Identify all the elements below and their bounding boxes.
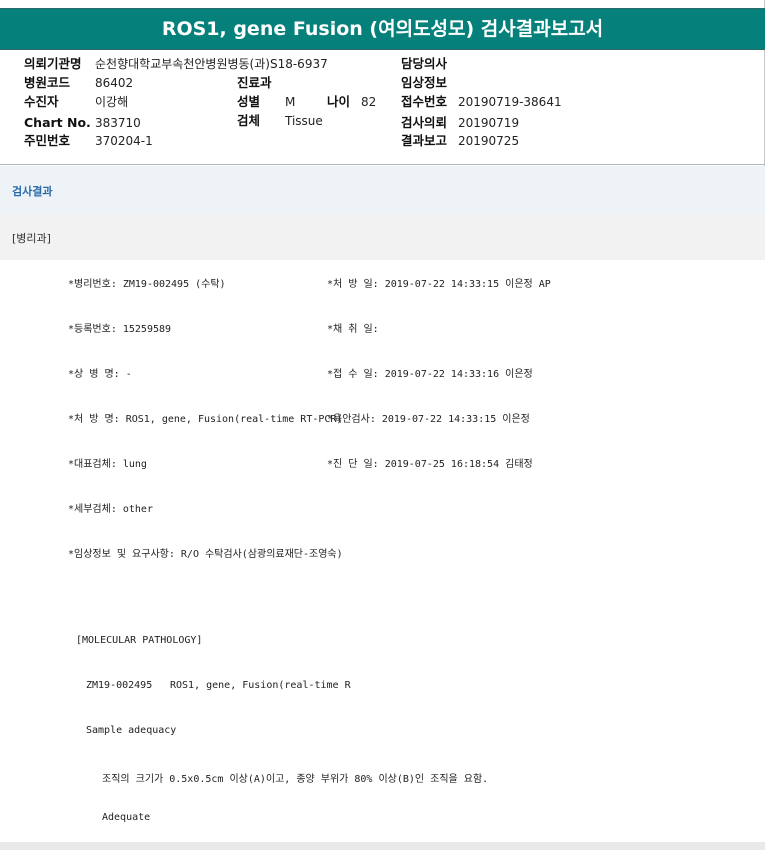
doctor-label: 담당의사 <box>401 56 448 71</box>
request-label: 검사의뢰 <box>401 115 448 130</box>
specimen-value: Tissue <box>285 114 323 128</box>
result-row: *병리번호: ZM19-002495 (수탁) *처 방 일: 2019-07-… <box>0 260 765 306</box>
results-section-title: 검사결과 <box>12 185 53 198</box>
result-right: *진 단 일: 2019-07-25 16:18:54 김태정 <box>327 459 533 470</box>
result-row <box>0 575 765 621</box>
result-left: *임상정보 및 요구사항: R/O 수탁검사(삼광의료재단-조영숙) <box>68 549 343 560</box>
adequacy-result-row: Adequate <box>0 797 765 842</box>
report-date-label: 결과보고 <box>401 133 448 148</box>
pathology-subsection-header: [병리과] <box>0 214 765 261</box>
clinical-info-label: 임상정보 <box>401 75 448 90</box>
adequacy-title: Sample adequacy <box>86 725 177 736</box>
adequacy-criteria-row: 조직의 크기가 0.5x0.5cm 이상(A)이고, 종양 부위가 80% 이상… <box>0 755 765 801</box>
id-label: 주민번호 <box>24 133 71 148</box>
age-label: 나이 <box>327 94 351 109</box>
id-value: 370204-1 <box>95 134 153 148</box>
bottom-strip <box>0 842 765 850</box>
result-row: *처 방 명: ROS1, gene, Fusion(real-time RT-… <box>0 395 765 441</box>
result-right: *채 취 일: <box>327 324 379 335</box>
result-right: *처 방 일: 2019-07-22 14:33:15 이은정 AP <box>327 279 551 290</box>
dept-label: 진료과 <box>237 75 272 90</box>
sex-label: 성별 <box>237 94 261 109</box>
result-left: *등록번호: 15259589 <box>68 324 172 335</box>
case-row: ZM19-002495 ROS1, gene, Fusion(real-time… <box>0 665 765 711</box>
header-divider <box>0 164 765 165</box>
result-left: *세부검체: other <box>68 504 153 515</box>
result-right: *육안검사: 2019-07-22 14:33:15 이은정 <box>327 414 530 425</box>
result-row: *상 병 명: - *접 수 일: 2019-07-22 14:33:16 이은… <box>0 350 765 396</box>
age-value: 82 <box>361 95 377 109</box>
adequacy-title-row: Sample adequacy <box>0 710 765 756</box>
patient-value: 이강해 <box>95 95 129 109</box>
receipt-label: 접수번호 <box>401 94 448 109</box>
molecular-title-row: [MOLECULAR PATHOLOGY] <box>0 620 765 666</box>
result-left: *병리번호: ZM19-002495 (수탁) <box>68 279 226 290</box>
specimen-label: 검체 <box>237 113 261 128</box>
institution-label: 의뢰기관명 <box>24 56 82 71</box>
report-title: ROS1, gene Fusion (여의도성모) 검사결과보고서 <box>0 8 765 50</box>
result-row: *세부검체: other <box>0 485 765 531</box>
result-left: *처 방 명: ROS1, gene, Fusion(real-time RT-… <box>68 414 343 425</box>
case-number: ZM19-002495 <box>86 680 153 691</box>
adequacy-result: Adequate <box>102 812 151 823</box>
results-section-header: 검사결과 <box>0 166 765 215</box>
result-right: *접 수 일: 2019-07-22 14:33:16 이은정 <box>327 369 533 380</box>
chart-no-label: Chart No. <box>24 115 91 130</box>
result-left: *상 병 명: - <box>68 369 132 380</box>
sex-value: M <box>285 95 296 109</box>
hospital-code-value: 86402 <box>95 76 134 90</box>
institution-value: 순천향대학교부속천안병원병동(과)S18-6937 <box>95 57 328 71</box>
adequacy-criteria: 조직의 크기가 0.5x0.5cm 이상(A)이고, 종양 부위가 80% 이상… <box>102 774 489 785</box>
case-test-name: ROS1, gene, Fusion(real-time R <box>170 680 351 691</box>
result-row: *등록번호: 15259589 *채 취 일: <box>0 305 765 351</box>
result-left: *대표검체: lung <box>68 459 147 470</box>
chart-no-value: 383710 <box>95 116 141 130</box>
report-date-value: 20190725 <box>458 134 520 148</box>
receipt-value: 20190719-38641 <box>458 95 562 109</box>
pathology-subsection-title: [병리과] <box>12 232 51 245</box>
patient-label: 수진자 <box>24 94 59 109</box>
request-value: 20190719 <box>458 116 520 130</box>
result-row: *대표검체: lung *진 단 일: 2019-07-25 16:18:54 … <box>0 440 765 486</box>
molecular-title: [MOLECULAR PATHOLOGY] <box>76 635 203 646</box>
hospital-code-label: 병원코드 <box>24 75 71 90</box>
result-row: *임상정보 및 요구사항: R/O 수탁검사(삼광의료재단-조영숙) <box>0 530 765 576</box>
